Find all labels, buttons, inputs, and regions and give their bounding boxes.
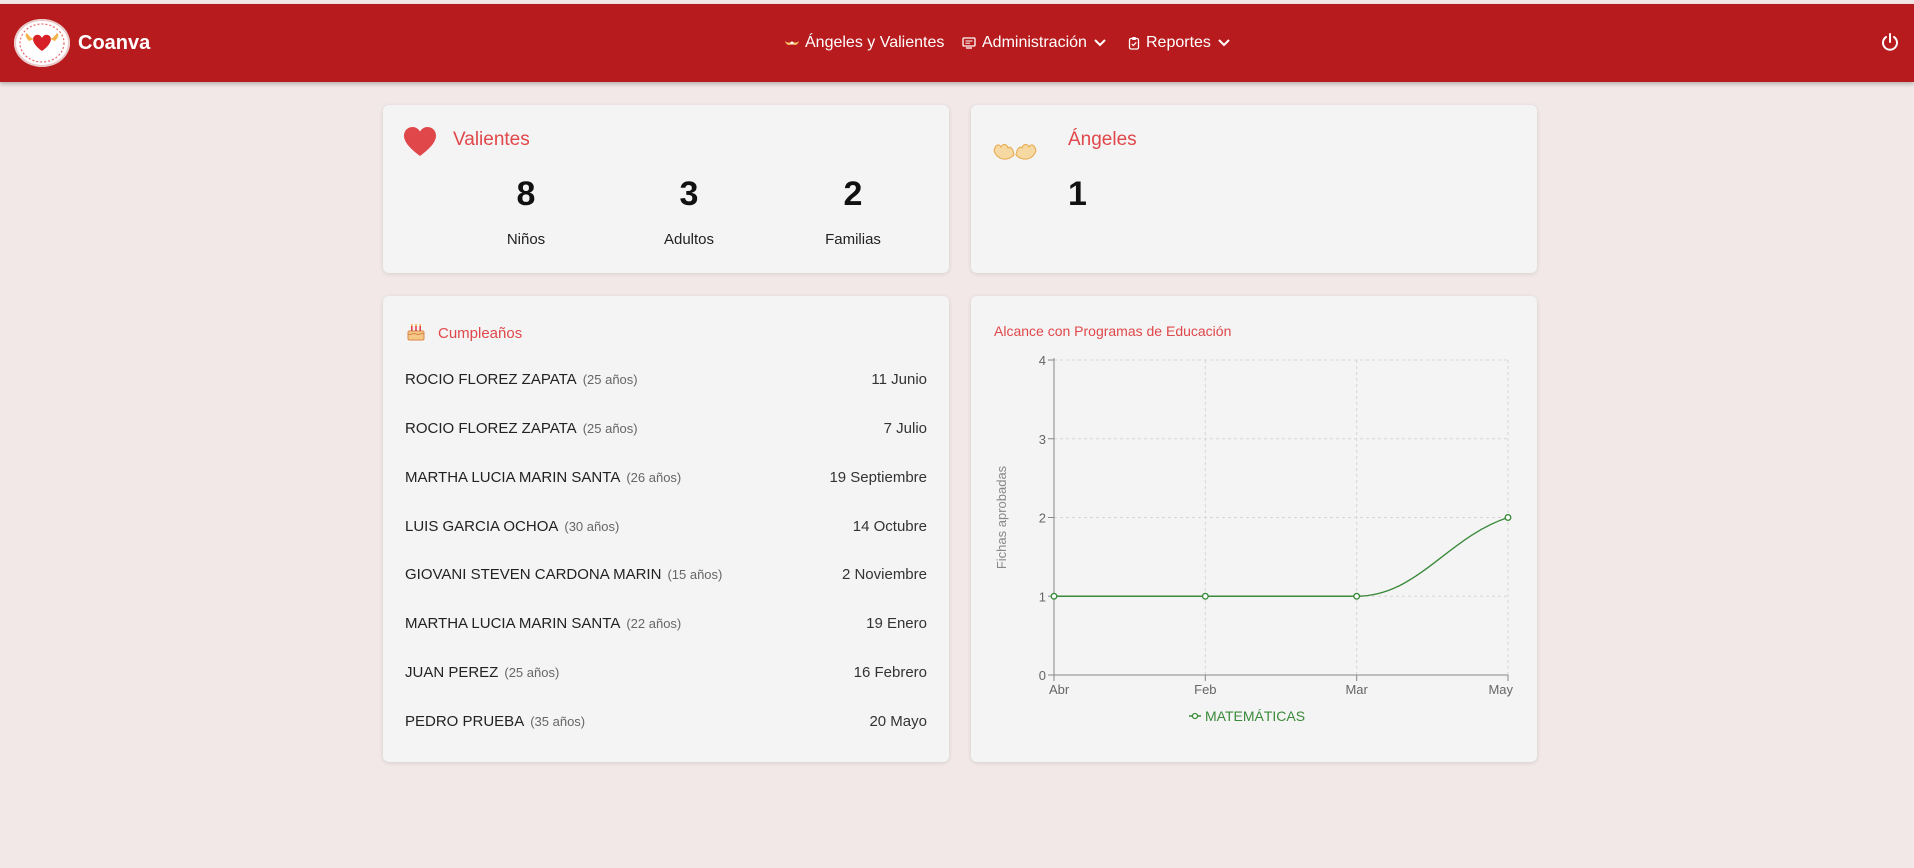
nav-administracion-label: Administración (982, 34, 1087, 51)
birthday-age: (25 años) (582, 371, 638, 387)
clipboard-icon (1128, 37, 1140, 50)
app-logo[interactable] (14, 19, 70, 67)
angeles-title: Ángeles (1068, 129, 1137, 150)
series-line (1054, 516, 1509, 597)
birthday-age: (22 años) (626, 615, 682, 631)
birthday-date: 2 Noviembre (841, 565, 927, 583)
power-icon (1882, 33, 1898, 51)
birthday-date: 19 Septiembre (829, 468, 927, 486)
cake-icon (407, 324, 425, 341)
nav-angeles-valientes-label: Ángeles y Valientes (805, 34, 945, 51)
birthday-name: GIOVANI STEVEN CARDONA MARIN (405, 565, 662, 583)
nav-angeles-valientes[interactable]: Ángeles y Valientes (785, 34, 944, 52)
chart-axes (1048, 358, 1509, 681)
legend-label: MATEMÁTICAS (1205, 708, 1305, 724)
wings-icon (785, 41, 799, 45)
x-tick-label: Feb (1194, 682, 1216, 697)
birthday-age: (25 años) (582, 420, 638, 436)
birthday-row: GIOVANI STEVEN CARDONA MARIN (15 años) 2 … (405, 562, 927, 586)
chart-grid (1054, 359, 1509, 675)
x-tick-label: Mar (1345, 682, 1368, 697)
ninos-count: 8 (516, 175, 536, 213)
chart-legend[interactable]: MATEMÁTICAS (1189, 708, 1305, 724)
education-chart-card: Alcance con Programas de Educación Ficha… (971, 296, 1537, 762)
data-point (1504, 514, 1512, 521)
birthday-date: 11 Junio (871, 370, 927, 388)
birthday-date: 19 Enero (866, 614, 927, 632)
birthday-row: LUIS GARCIA OCHOA (30 años) 14 Octubre (405, 514, 927, 538)
angeles-card: Ángeles 1 (971, 105, 1537, 273)
birthday-age: (30 años) (564, 518, 620, 534)
y-axis-label: Fichas aprobadas (994, 465, 1009, 569)
birthday-row: JUAN PEREZ (25 años) 16 Febrero (405, 660, 927, 684)
birthday-name: MARTHA LUCIA MARIN SANTA (405, 468, 621, 486)
birthday-name: MARTHA LUCIA MARIN SANTA (405, 614, 621, 632)
data-point (1353, 592, 1361, 600)
brand-name[interactable]: Coanva (78, 32, 150, 55)
angel-wings-icon (993, 144, 1037, 160)
birthday-name: LUIS GARCIA OCHOA (405, 517, 559, 535)
y-tick-label: 0 (1039, 668, 1046, 683)
logout-button[interactable] (1880, 32, 1900, 57)
familias-count: 2 (843, 175, 863, 213)
birthday-row: MARTHA LUCIA MARIN SANTA (26 años) 19 Sep… (405, 465, 927, 489)
birthdays-card: Cumpleaños ROCIO FLOREZ ZAPATA (25 años) … (383, 296, 949, 762)
birthday-row: PEDRO PRUEBA (35 años) 20 Mayo (405, 709, 927, 733)
x-tick-label: Abr (1049, 682, 1070, 697)
birthday-age: (26 años) (626, 469, 682, 485)
adultos-label: Adultos (663, 231, 715, 248)
x-tick-label: May (1488, 682, 1513, 697)
birthday-date: 14 Octubre (852, 517, 927, 535)
education-line-chart: Fichas aprobadas 0 1 2 3 4 Abr Feb Mar May MATEM… (994, 353, 1514, 724)
birthday-age: (15 años) (667, 566, 723, 582)
birthday-date: 16 Febrero (853, 663, 927, 681)
chevron-down-icon (1094, 39, 1106, 47)
nav-administracion[interactable]: Administración (962, 34, 1107, 52)
data-point (1201, 592, 1209, 600)
y-tick-label: 1 (1039, 589, 1046, 604)
birthday-name: ROCIO FLOREZ ZAPATA (405, 370, 577, 388)
birthday-name: JUAN PEREZ (405, 663, 499, 681)
chart-ticks: 0 1 2 3 4 Abr Feb Mar May (1039, 353, 1514, 697)
birthday-age: (35 años) (530, 713, 586, 729)
birthday-name: PEDRO PRUEBA (405, 712, 525, 730)
chart-series (1050, 514, 1512, 600)
chevron-down-icon (1218, 39, 1230, 47)
birthday-name: ROCIO FLOREZ ZAPATA (405, 419, 577, 437)
angeles-count: 1 (1068, 175, 1087, 213)
birthday-date: 20 Mayo (869, 712, 927, 730)
y-tick-label: 2 (1039, 511, 1046, 526)
nav-reportes[interactable]: Reportes (1128, 34, 1231, 52)
familias-label: Familias (825, 231, 881, 248)
valientes-card: Valientes 8 Niños 3 Adultos 2 Familias (383, 105, 949, 273)
birthdays-title: Cumpleaños (438, 325, 523, 342)
heart-wings-logo-icon (19, 23, 65, 63)
birthday-row: ROCIO FLOREZ ZAPATA (25 años) 7 Julio (405, 416, 927, 440)
monitor-icon (962, 37, 976, 49)
ninos-label: Niños (506, 231, 546, 248)
legend-marker-icon (1191, 712, 1199, 720)
adultos-count: 3 (679, 175, 699, 213)
heart-icon (404, 127, 436, 156)
birthday-date: 7 Julio (883, 419, 927, 437)
valientes-title: Valientes (453, 129, 530, 150)
birthday-row: ROCIO FLOREZ ZAPATA (25 años) 11 Junio (405, 367, 927, 391)
y-tick-label: 4 (1039, 353, 1046, 368)
birthday-age: (25 años) (504, 664, 560, 680)
data-point (1050, 592, 1058, 600)
birthday-row: MARTHA LUCIA MARIN SANTA (22 años) 19 Ene… (405, 611, 927, 635)
nav-reportes-label: Reportes (1146, 34, 1211, 51)
y-tick-label: 3 (1039, 432, 1046, 447)
top-navbar: Coanva Ángeles y Valientes Administració… (0, 4, 1914, 82)
